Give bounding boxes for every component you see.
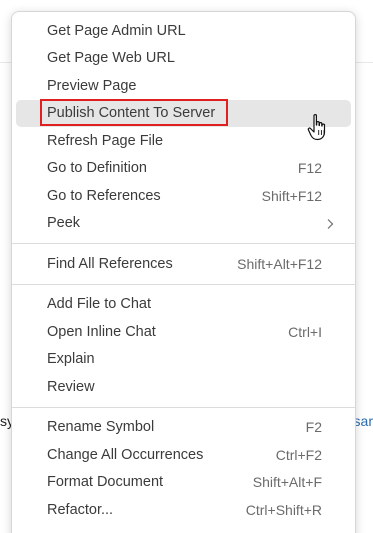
menu-item-go-to-definition[interactable]: Go to Definition F12	[16, 155, 351, 183]
menu-item-label: Explain	[47, 351, 95, 368]
menu-item-refresh-page-file[interactable]: Refresh Page File	[16, 127, 351, 155]
menu-item-label: Change All Occurrences	[47, 446, 204, 463]
menu-item-label: Go to Definition	[47, 160, 147, 177]
context-menu: Get Page Admin URL Get Page Web URL Previe…	[11, 11, 356, 533]
menu-item-shortcut: Shift+Alt+F12	[237, 255, 322, 272]
menu-item-add-file-to-chat[interactable]: Add File to Chat	[16, 291, 351, 319]
menu-item-go-to-references[interactable]: Go to References Shift+F12	[16, 182, 351, 210]
menu-item-publish-content-to-server[interactable]: Publish Content To Server	[16, 98, 351, 127]
menu-item-format-document[interactable]: Format Document Shift+Alt+F	[16, 469, 351, 497]
menu-item-label: Get Page Admin URL	[47, 22, 186, 39]
highlight-annotation-box	[40, 98, 228, 126]
menu-item-get-page-web-url[interactable]: Get Page Web URL	[16, 45, 351, 73]
menu-item-rename-symbol[interactable]: Rename Symbol F2	[16, 414, 351, 442]
menu-separator	[12, 283, 355, 285]
menu-item-label: Open Inline Chat	[47, 323, 156, 340]
menu-item-shortcut: Ctrl+F2	[275, 446, 322, 463]
menu-item-shortcut: Shift+F12	[261, 187, 322, 204]
menu-item-label: Refresh Page File	[47, 132, 164, 149]
menu-item-shortcut: Ctrl+I	[288, 323, 322, 340]
menu-item-label: Refactor...	[47, 501, 114, 518]
menu-item-label: Add File to Chat	[47, 296, 151, 313]
menu-item-label: Peek	[47, 215, 81, 232]
screen: sy sar Get Page Admin URL Get Page Web UR…	[0, 0, 373, 533]
editor-text-fragment-right: sar	[353, 413, 373, 429]
menu-item-refactor[interactable]: Refactor... Ctrl+Shift+R	[16, 496, 351, 524]
menu-item-shortcut: Shift+Alt+F	[252, 474, 322, 491]
menu-item-label: Preview Page	[47, 77, 137, 94]
hand-pointer-cursor-icon	[307, 114, 326, 141]
menu-item-peek[interactable]: Peek	[16, 210, 351, 238]
menu-item-change-all-occurrences[interactable]: Change All Occurrences Ctrl+F2	[16, 441, 351, 469]
menu-item-label: Format Document	[47, 474, 164, 491]
menu-item-label: Rename Symbol	[47, 419, 155, 436]
menu-item-preview-page[interactable]: Preview Page	[16, 72, 351, 100]
menu-separator	[12, 406, 355, 408]
menu-item-label: Go to References	[47, 187, 161, 204]
menu-item-shortcut: F12	[297, 160, 322, 177]
menu-item-label: Get Page Web URL	[47, 50, 175, 67]
menu-item-shortcut: F2	[305, 419, 322, 436]
menu-item-review[interactable]: Review	[16, 373, 351, 401]
menu-item-explain[interactable]: Explain	[16, 346, 351, 374]
menu-item-label: Review	[47, 378, 95, 395]
menu-item-shortcut: Ctrl+Shift+R	[245, 501, 322, 518]
menu-item-find-all-references[interactable]: Find All References Shift+Alt+F12	[16, 250, 351, 278]
menu-item-get-page-admin-url[interactable]: Get Page Admin URL	[16, 17, 351, 45]
menu-item-open-inline-chat[interactable]: Open Inline Chat Ctrl+I	[16, 318, 351, 346]
menu-separator	[12, 243, 355, 244]
menu-item-label: Find All References	[47, 255, 173, 272]
chevron-right-icon	[327, 218, 334, 229]
